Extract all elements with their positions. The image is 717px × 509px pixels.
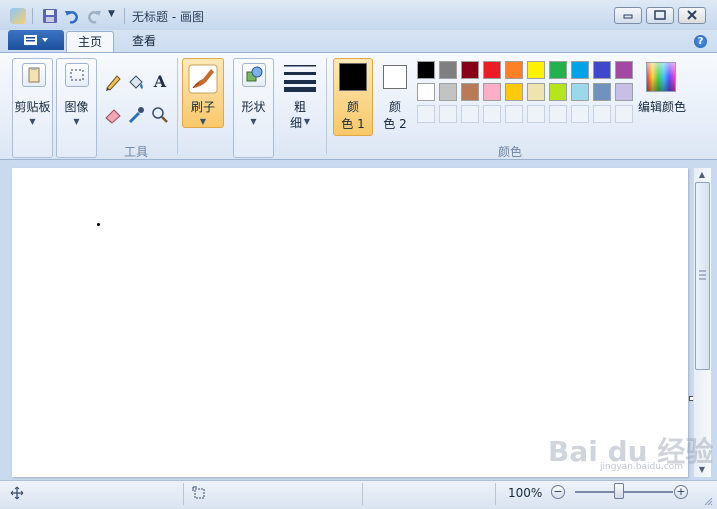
color-picker-icon[interactable] [126,105,146,125]
palette-swatch[interactable] [571,61,589,79]
customize-quick-access-icon[interactable]: ▼ [108,9,115,19]
palette-swatch[interactable] [483,83,501,101]
palette-swatch[interactable] [461,61,479,79]
colors-group-label: 颜色 [497,145,522,159]
brushes-label: 刷子 [190,100,215,114]
color-palette [417,61,637,127]
eraser-icon[interactable] [103,105,123,125]
minimize-button[interactable] [614,7,642,24]
palette-swatch[interactable] [593,83,611,101]
fill-bucket-icon[interactable] [126,72,146,92]
palette-swatch[interactable] [549,83,567,101]
palette-swatch-empty[interactable] [571,105,589,123]
color2-label-2: 色 2 [383,117,407,131]
palette-swatch[interactable] [527,83,545,101]
zoom-out-button[interactable]: − [551,485,565,499]
palette-swatch[interactable] [461,83,479,101]
color1-swatch [339,63,367,91]
help-icon[interactable]: ? [694,35,707,48]
resize-grip-icon[interactable] [703,495,713,506]
tab-view[interactable]: 查看 [122,31,166,52]
image-label: 图像 [64,100,89,114]
color1-label-1: 颜 [346,100,359,114]
color2-swatch [383,65,407,89]
status-separator [362,483,363,505]
palette-swatch[interactable] [439,61,457,79]
group-divider [177,58,178,154]
paint-menu-button[interactable] [8,30,64,50]
zoom-level: 100% [508,486,543,500]
brush-stroke-dot [97,223,100,226]
palette-swatch[interactable] [483,61,501,79]
palette-swatch[interactable] [417,61,435,79]
select-icon [65,63,89,87]
palette-swatch-empty[interactable] [439,105,457,123]
maximize-button[interactable] [646,7,674,24]
paint-app-icon[interactable] [10,8,26,24]
status-bar [0,480,717,509]
text-tool-icon[interactable]: A [150,72,170,92]
zoom-in-button[interactable]: + [674,485,688,499]
quick-access-separator [32,8,33,24]
palette-swatch-empty[interactable] [483,105,501,123]
palette-swatch[interactable] [615,83,633,101]
palette-swatch[interactable] [527,61,545,79]
scrollbar-thumb[interactable] [695,182,710,370]
palette-swatch-empty[interactable] [615,105,633,123]
shapes-icon [242,63,266,87]
pencil-icon[interactable] [103,72,123,92]
tab-home[interactable]: 主页 [66,31,114,53]
palette-swatch-empty[interactable] [505,105,523,123]
status-separator [183,483,184,505]
chevron-down-icon: ▼ [250,117,257,126]
clipboard-label: 剪贴板 [14,100,51,114]
palette-swatch-empty[interactable] [461,105,479,123]
title-separator [124,8,125,24]
edit-colors-label[interactable]: 编辑颜色 [636,98,688,115]
palette-swatch[interactable] [593,61,611,79]
watermark-url: jingyan.baidu.com [600,462,684,472]
tools-group-label: 工具 [123,145,148,159]
edit-colors-icon[interactable] [646,62,676,92]
redo-icon[interactable] [86,8,102,24]
size-label-1: 粗 [293,100,306,114]
chevron-down-icon: ▼ [73,117,80,126]
color1-label-2: 色 1 [341,117,365,131]
group-divider [326,58,327,154]
chevron-down-icon: ▼ [303,117,311,126]
palette-swatch[interactable] [505,61,523,79]
palette-swatch[interactable] [417,83,435,101]
palette-swatch[interactable] [439,83,457,101]
scroll-up-icon[interactable]: ▲ [693,168,711,182]
chevron-down-icon: ▼ [199,117,207,126]
save-icon[interactable] [42,8,58,24]
selection-size-icon [192,486,206,500]
shapes-label: 形状 [241,100,266,114]
brush-icon [187,63,219,95]
window-title: 无标题 - 画图 [132,10,204,24]
clipboard-icon [22,63,46,87]
status-separator [495,483,496,505]
palette-swatch[interactable] [571,83,589,101]
palette-swatch[interactable] [549,61,567,79]
cursor-position-icon [10,486,24,500]
zoom-slider-track[interactable] [575,491,673,493]
palette-swatch[interactable] [615,61,633,79]
chevron-down-icon: ▼ [29,117,36,126]
size-lines-icon[interactable] [283,63,317,93]
magnifier-icon[interactable] [150,105,170,125]
undo-icon[interactable] [64,8,80,24]
zoom-slider-thumb[interactable] [614,483,624,499]
palette-swatch-empty[interactable] [417,105,435,123]
palette-swatch-empty[interactable] [593,105,611,123]
palette-swatch-empty[interactable] [549,105,567,123]
close-button[interactable] [678,7,706,24]
palette-swatch-empty[interactable] [527,105,545,123]
palette-swatch[interactable] [505,83,523,101]
color2-label-1: 颜 [388,100,401,114]
